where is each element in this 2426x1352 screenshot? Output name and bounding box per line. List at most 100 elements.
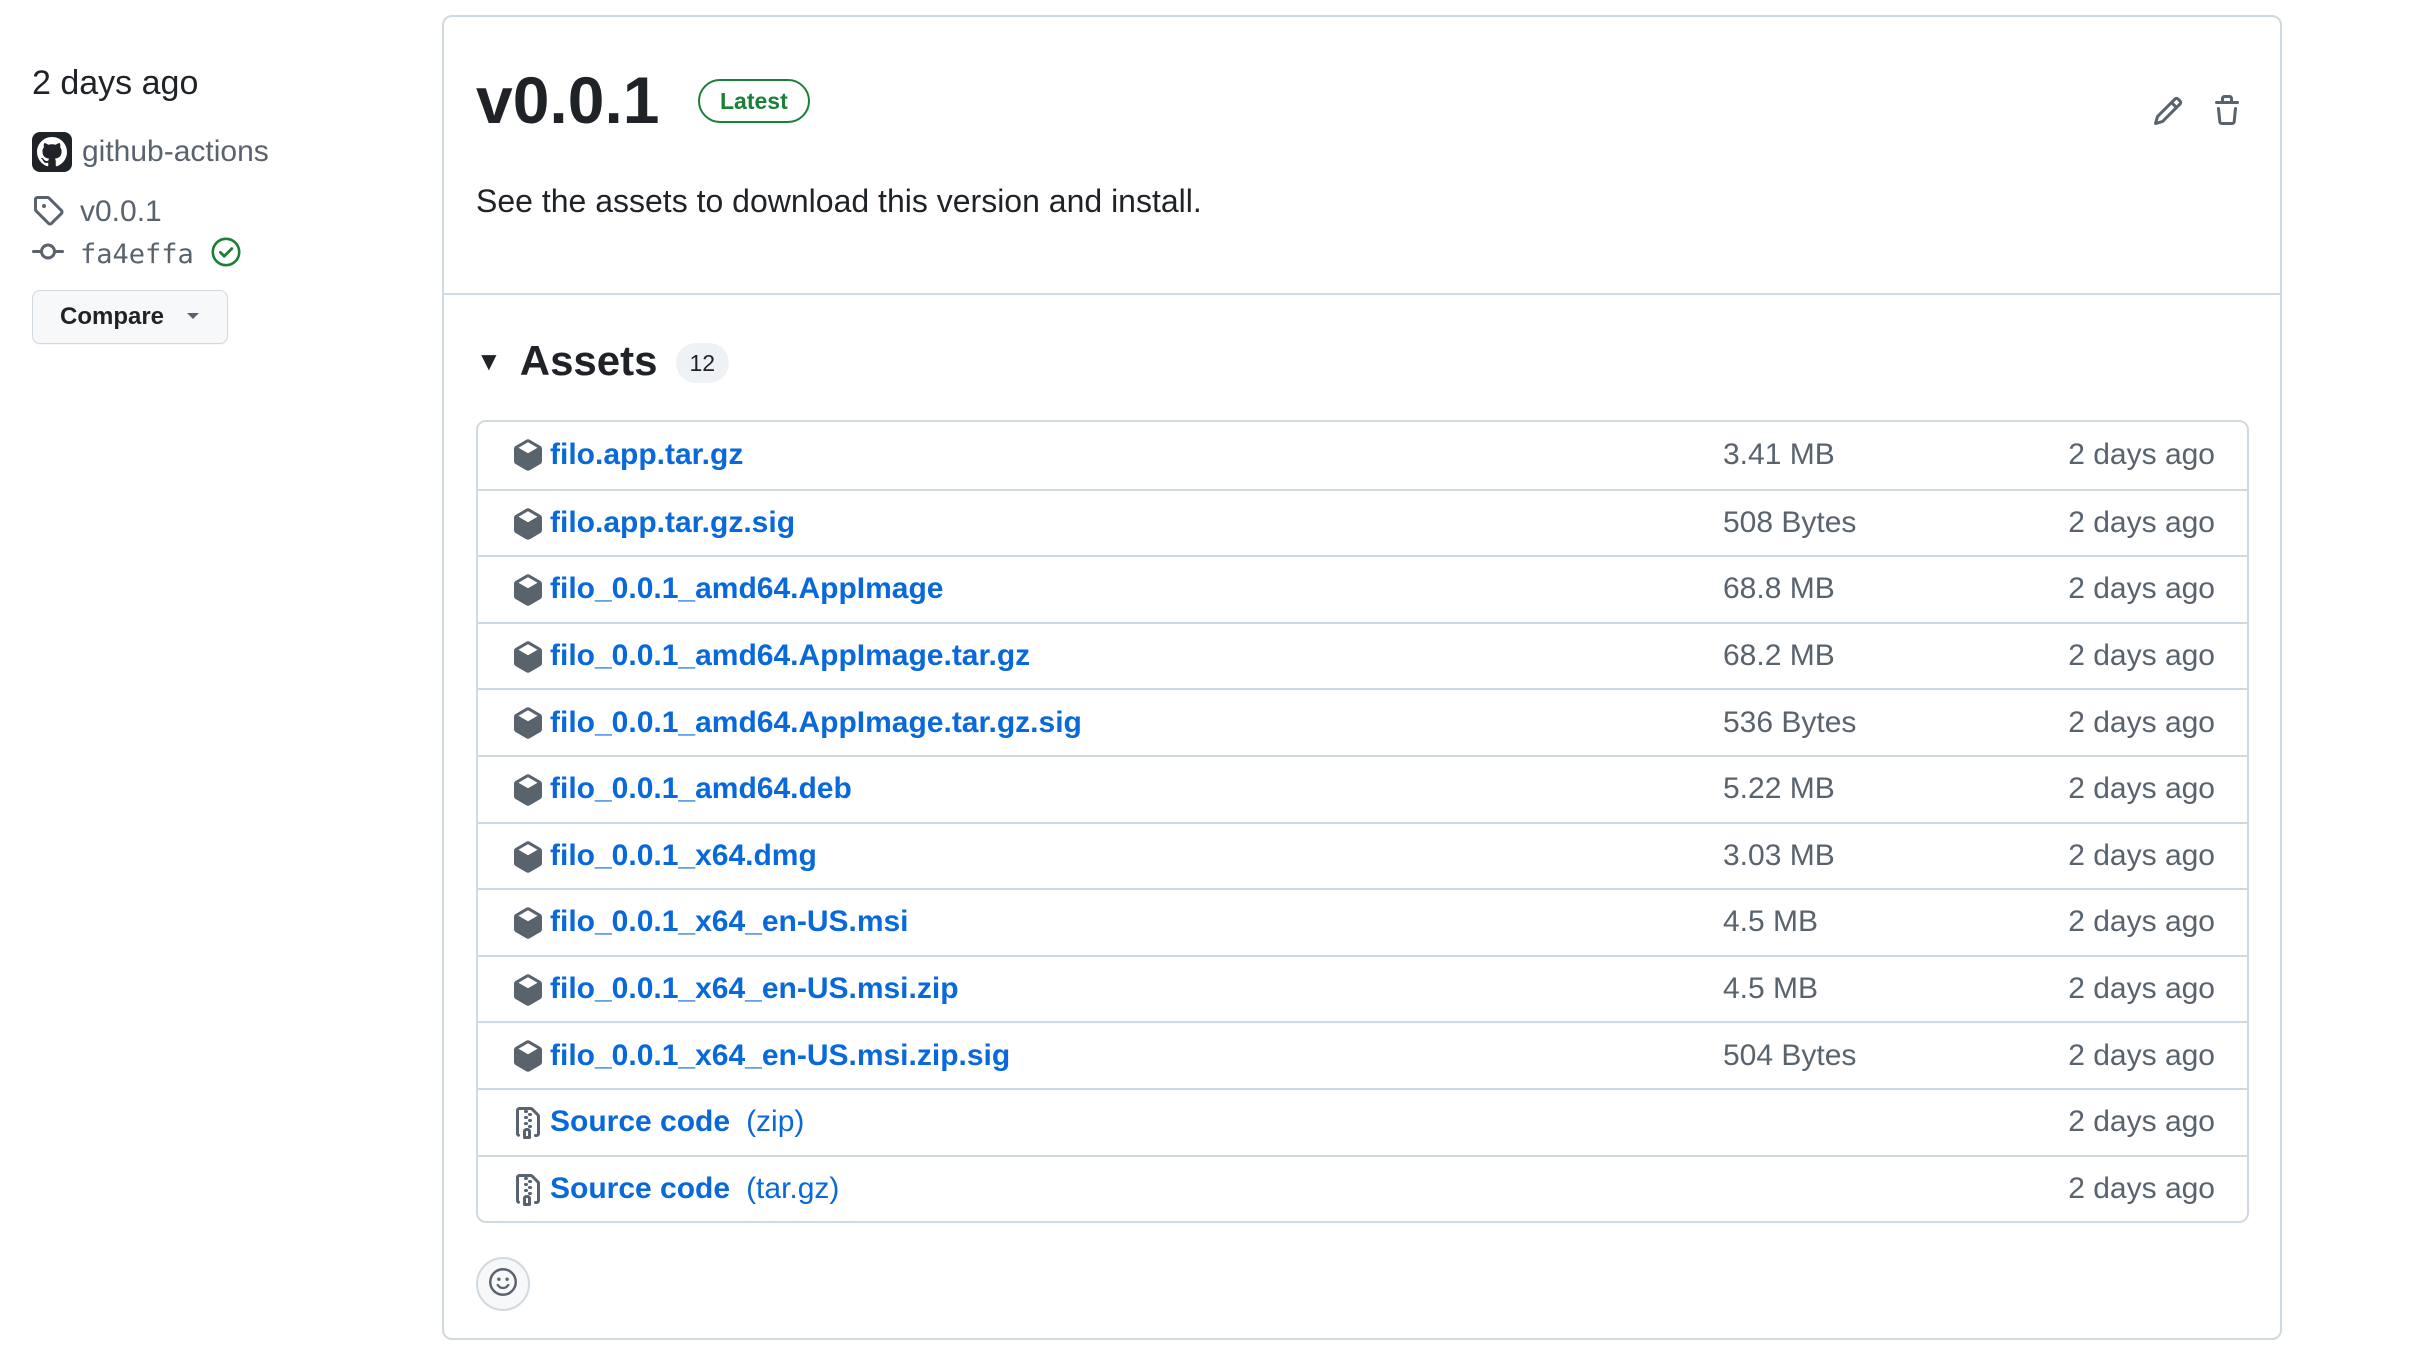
asset-download-link[interactable]: filo_0.0.1_x64_en-US.msi (550, 890, 909, 955)
asset-row: filo.app.tar.gz.sig 508 Bytes 2 days ago (478, 488, 2247, 556)
asset-name[interactable]: filo_0.0.1_x64_en-US.msi.zip.sig (550, 1039, 1010, 1073)
compare-label: Compare (59, 303, 165, 330)
asset-date: 2 days ago (2068, 1105, 2215, 1139)
asset-download-link[interactable]: filo.app.tar.gz.sig (550, 491, 795, 556)
release-header: v0.0.1 Latest See the assets to download… (444, 17, 2280, 295)
package-icon (512, 1040, 544, 1073)
asset-size: 508 Bytes (1723, 505, 1857, 539)
asset-row: filo_0.0.1_amd64.deb 5.22 MB 2 days ago (478, 754, 2247, 822)
asset-name[interactable]: filo_0.0.1_amd64.deb (550, 772, 852, 806)
asset-size: 504 Bytes (1723, 1038, 1857, 1072)
tag-label: v0.0.1 (80, 195, 162, 228)
asset-size: 4.5 MB (1723, 905, 1819, 939)
asset-download-link[interactable]: filo_0.0.1_x64_en-US.msi.zip (550, 957, 959, 1022)
asset-name[interactable]: Source code (550, 1105, 730, 1139)
asset-row: filo_0.0.1_x64.dmg 3.03 MB 2 days ago (478, 821, 2247, 889)
asset-row: filo_0.0.1_amd64.AppImage.tar.gz 68.2 MB 2… (478, 621, 2247, 689)
package-icon (512, 574, 544, 606)
trash-icon (2211, 94, 2243, 132)
package-icon (512, 774, 544, 806)
asset-name[interactable]: filo_0.0.1_amd64.AppImage.tar.gz.sig (550, 706, 1082, 740)
asset-row: filo_0.0.1_amd64.AppImage.tar.gz.sig 536 … (478, 688, 2247, 755)
asset-name[interactable]: filo_0.0.1_amd64.AppImage (550, 572, 944, 606)
asset-date: 2 days ago (2068, 438, 2215, 472)
asset-size: 68.8 MB (1723, 572, 1835, 606)
asset-name[interactable]: filo_0.0.1_x64.dmg (550, 839, 817, 873)
asset-row: filo.app.tar.gz 3.41 MB 2 days ago (478, 422, 2247, 489)
asset-size: 3.03 MB (1723, 838, 1835, 872)
asset-name[interactable]: filo.app.tar.gz (550, 438, 743, 472)
asset-download-link[interactable]: filo_0.0.1_x64.dmg (550, 824, 817, 889)
asset-date: 2 days ago (2068, 905, 2215, 939)
package-icon (512, 507, 544, 540)
triangle-down-icon (186, 308, 200, 326)
asset-row: filo_0.0.1_x64_en-US.msi 4.5 MB 2 days ago (478, 888, 2247, 955)
asset-size: 68.2 MB (1723, 639, 1835, 673)
file-zip-icon (512, 1173, 544, 1206)
asset-name[interactable]: Source code (550, 1172, 730, 1206)
assets-list: filo.app.tar.gz 3.41 MB 2 days ago filo.app… (476, 420, 2249, 1224)
author-name: github-actions (82, 135, 269, 168)
asset-date: 2 days ago (2068, 772, 2215, 806)
file-zip-icon (512, 1106, 544, 1139)
package-icon (512, 707, 544, 740)
asset-date: 2 days ago (2068, 505, 2215, 539)
github-avatar-icon (32, 132, 72, 172)
asset-download-link[interactable]: filo_0.0.1_amd64.deb (550, 757, 852, 822)
release-title[interactable]: v0.0.1 (476, 61, 660, 140)
asset-row: filo_0.0.1_x64_en-US.msi.zip 4.5 MB 2 days… (478, 954, 2247, 1022)
asset-download-link[interactable]: Source code (zip) (550, 1090, 804, 1155)
caret-down-icon: ▼ (476, 345, 502, 376)
git-commit-icon (32, 236, 64, 273)
edit-button[interactable] (2144, 89, 2192, 137)
assets-title: Assets (519, 337, 658, 384)
asset-download-link[interactable]: Source code (tar.gz) (550, 1157, 839, 1222)
asset-name[interactable]: filo_0.0.1_x64_en-US.msi.zip (550, 972, 959, 1006)
asset-row: filo_0.0.1_amd64.AppImage 68.8 MB 2 days a… (478, 555, 2247, 622)
pencil-icon (2152, 95, 2184, 132)
author-link[interactable]: github-actions (32, 130, 269, 174)
delete-button[interactable] (2203, 89, 2251, 137)
asset-date: 2 days ago (2068, 972, 2215, 1006)
package-icon (512, 974, 544, 1006)
tag-icon (32, 194, 64, 231)
asset-format[interactable]: (tar.gz) (746, 1172, 839, 1206)
asset-date: 2 days ago (2068, 1038, 2215, 1072)
assets-toggle[interactable]: ▼ Assets 12 (476, 331, 730, 391)
asset-date: 2 days ago (2068, 838, 2215, 872)
asset-format[interactable]: (zip) (746, 1105, 804, 1139)
asset-row: filo_0.0.1_x64_en-US.msi.zip.sig 504 Byte… (478, 1021, 2247, 1088)
package-icon (512, 439, 544, 471)
tag-link[interactable]: v0.0.1 (32, 192, 162, 232)
asset-date: 2 days ago (2068, 572, 2215, 606)
asset-date: 2 days ago (2068, 1171, 2215, 1205)
asset-size: 4.5 MB (1723, 972, 1819, 1006)
package-icon (512, 641, 544, 673)
asset-download-link[interactable]: filo_0.0.1_x64_en-US.msi.zip.sig (550, 1023, 1010, 1088)
package-icon (512, 840, 544, 873)
asset-size: 3.41 MB (1723, 438, 1835, 472)
asset-download-link[interactable]: filo_0.0.1_amd64.AppImage (550, 557, 944, 622)
commit-link[interactable]: fa4effa (32, 234, 242, 274)
asset-name[interactable]: filo_0.0.1_amd64.AppImage.tar.gz (550, 639, 1030, 673)
assets-count-badge: 12 (675, 343, 730, 383)
asset-name[interactable]: filo_0.0.1_x64_en-US.msi (550, 905, 909, 939)
asset-name[interactable]: filo.app.tar.gz.sig (550, 506, 795, 540)
asset-date: 2 days ago (2068, 639, 2215, 673)
asset-row: Source code (tar.gz) 2 days ago (478, 1154, 2247, 1222)
compare-button[interactable]: Compare (32, 290, 228, 344)
asset-date: 2 days ago (2068, 705, 2215, 739)
verified-check-icon[interactable] (210, 236, 242, 273)
asset-size: 536 Bytes (1723, 705, 1857, 739)
commit-hash: fa4effa (80, 238, 194, 270)
asset-download-link[interactable]: filo.app.tar.gz (550, 422, 743, 489)
release-description: See the assets to download this version … (476, 183, 1202, 219)
asset-size: 5.22 MB (1723, 772, 1835, 806)
smiley-icon (488, 1267, 518, 1302)
asset-download-link[interactable]: filo_0.0.1_amd64.AppImage.tar.gz.sig (550, 690, 1082, 755)
release-card: v0.0.1 Latest See the assets to download… (442, 15, 2282, 1340)
release-date: 2 days ago (32, 64, 199, 102)
asset-download-link[interactable]: filo_0.0.1_amd64.AppImage.tar.gz (550, 624, 1030, 689)
asset-row: Source code (zip) 2 days ago (478, 1087, 2247, 1155)
add-reaction-button[interactable] (476, 1257, 530, 1311)
